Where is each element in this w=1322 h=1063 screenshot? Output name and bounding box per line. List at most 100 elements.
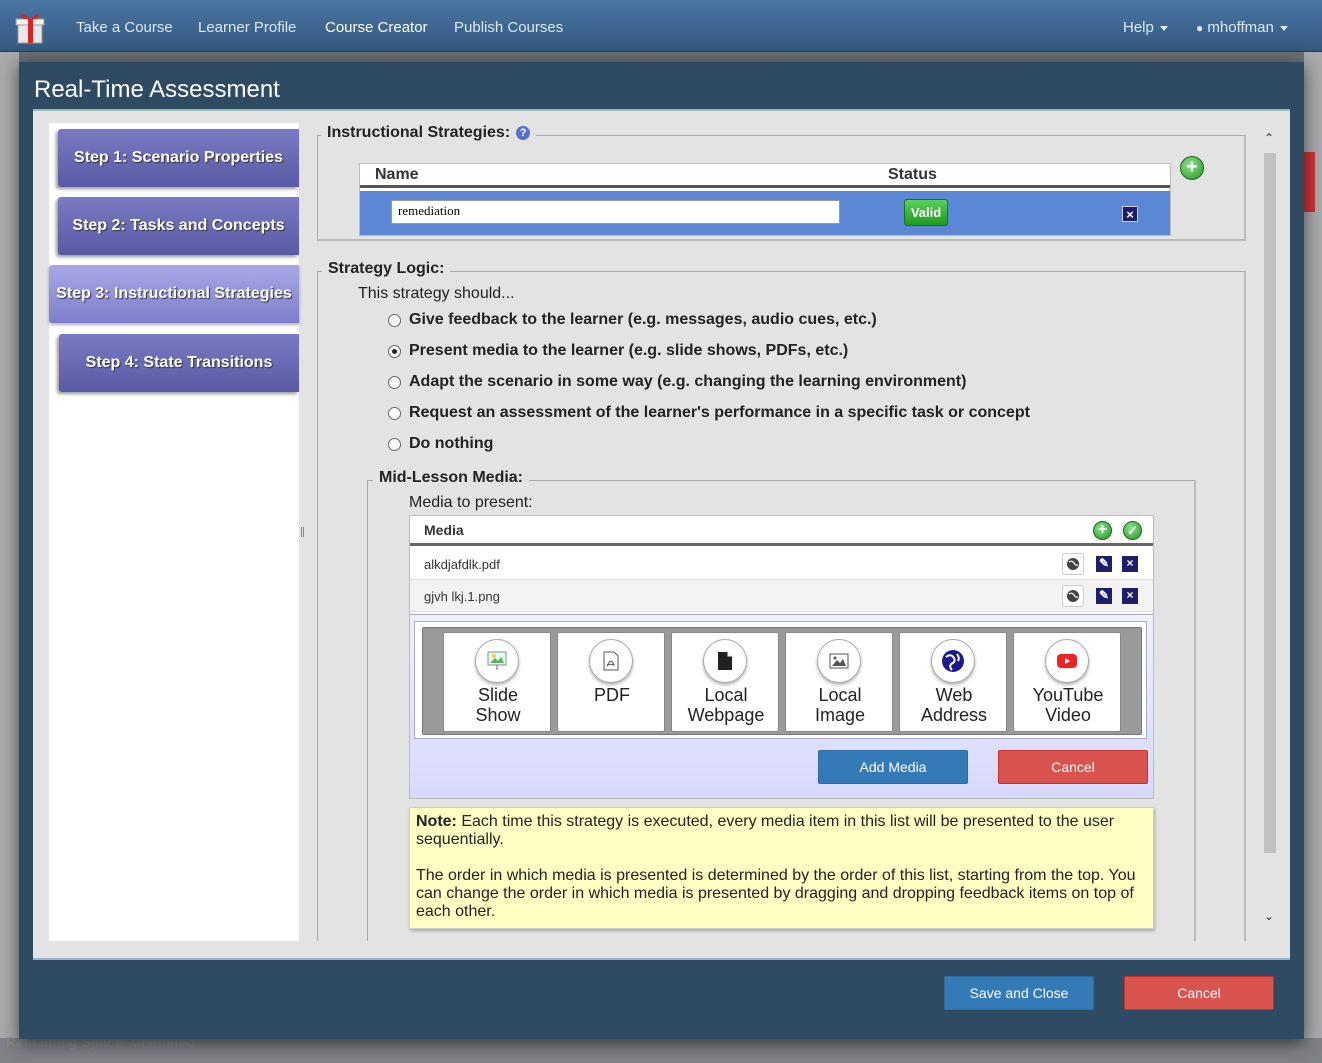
background-alert (1304, 152, 1315, 212)
step-4-state-transitions[interactable]: Step 4: State Transitions (59, 334, 299, 392)
edit-pencil-icon[interactable]: ✎ (1096, 588, 1112, 604)
option-give-feedback[interactable]: Give feedback to the learner (e.g. messa… (388, 311, 877, 329)
label-line-1: Web (935, 685, 973, 705)
media-column-header: Media (424, 522, 464, 538)
add-media-button[interactable]: Add Media (818, 750, 968, 784)
strategies-table: Name Status remediation Valid × (359, 163, 1171, 236)
media-type-label: Slide Show (444, 685, 552, 725)
background-panel (0, 52, 19, 1063)
step-2-tasks-and-concepts[interactable]: Step 2: Tasks and Concepts (58, 197, 299, 255)
media-type-label: Local Webpage (672, 685, 780, 725)
option-request-assessment[interactable]: Request an assessment of the learner's p… (388, 404, 1030, 422)
strategy-name-input[interactable]: remediation (391, 200, 840, 224)
media-type-label: YouTube Video (1014, 685, 1122, 725)
add-media-icon[interactable]: + (1093, 521, 1112, 540)
step-content: Name Status remediation Valid × + Instru… (317, 123, 1257, 941)
local-webpage-icon (703, 639, 747, 683)
globe-icon[interactable] (1062, 585, 1084, 607)
top-navbar: Take a Course Learner Profile Course Cre… (0, 0, 1322, 52)
media-type-label: Local Image (786, 685, 894, 725)
media-type-strip: Slide Show PDF Local Webpage Local Image… (422, 627, 1142, 735)
media-type-local-webpage[interactable]: Local Webpage (671, 632, 779, 732)
option-adapt-scenario[interactable]: Adapt the scenario in some way (e.g. cha… (388, 373, 966, 391)
media-type-youtube-video[interactable]: YouTube Video (1013, 632, 1121, 732)
nav-course-creator[interactable]: Course Creator (325, 19, 428, 36)
media-item-name: alkdjafdlk.pdf (424, 557, 500, 572)
radio-button-selected[interactable] (388, 344, 401, 358)
confirm-check-icon[interactable]: ✓ (1123, 521, 1142, 540)
scrollbar-thumb[interactable] (1264, 153, 1276, 853)
scroll-down-icon[interactable]: ⌄ (1264, 909, 1274, 923)
instructional-strategies-label: Instructional Strategies: (327, 124, 511, 141)
delete-media-icon[interactable]: × (1122, 588, 1138, 604)
media-type-slide-show[interactable]: Slide Show (443, 632, 551, 732)
option-label: Present media to the learner (e.g. slide… (409, 342, 849, 359)
step-3-instructional-strategies[interactable]: Step 3: Instructional Strategies (49, 265, 299, 323)
resize-handle[interactable] (301, 527, 304, 537)
user-name: mhoffman (1207, 19, 1274, 36)
nav-learner-profile[interactable]: Learner Profile (198, 19, 296, 36)
strategy-intro-text: This strategy should... (358, 285, 515, 302)
media-intro-text: Media to present: (409, 494, 533, 511)
dialog-title: Real-Time Assessment (34, 76, 280, 103)
dialog-body: Step 1: Scenario Properties Step 2: Task… (33, 109, 1290, 958)
radio-button[interactable] (388, 406, 401, 420)
label-line-1: Local (704, 685, 748, 705)
media-type-web-address[interactable]: Web Address (899, 632, 1007, 732)
note-box: Note: Each time this strategy is execute… (409, 807, 1154, 929)
content-scrollbar[interactable]: ⌃ ⌄ (1261, 123, 1281, 941)
strategy-logic-legend: Strategy Logic: (322, 260, 451, 278)
chevron-down-icon (1279, 25, 1288, 31)
step-1-scenario-properties[interactable]: Step 1: Scenario Properties (58, 129, 299, 187)
media-type-pdf[interactable]: PDF (557, 632, 665, 732)
label-line-1: YouTube (1032, 685, 1104, 705)
media-type-local-image[interactable]: Local Image (785, 632, 893, 732)
globe-icon (931, 639, 975, 683)
radio-button[interactable] (388, 313, 401, 327)
media-item-row[interactable]: alkdjafdlk.pdf ✎ × (410, 548, 1153, 580)
gift-logo-icon[interactable] (12, 9, 48, 45)
media-item-row[interactable]: gjvh lkj.1.png ✎ × (410, 580, 1153, 612)
footer-divider (33, 958, 1290, 960)
cancel-media-button[interactable]: Cancel (998, 750, 1148, 784)
instructional-strategies-legend: Instructional Strategies:? (321, 124, 537, 142)
media-list: Media + ✓ alkdjafdlk.pdf ✎ × gjvh lkj.1.… (409, 515, 1154, 799)
pdf-icon (589, 639, 633, 683)
radio-button[interactable] (388, 437, 401, 451)
label-line-2: Webpage (687, 705, 765, 725)
option-do-nothing[interactable]: Do nothing (388, 435, 493, 453)
user-menu[interactable]: ● mhoffman (1196, 19, 1288, 36)
add-strategy-icon[interactable]: + (1180, 156, 1204, 180)
note-text-1: Each time this strategy is executed, eve… (416, 813, 1115, 848)
media-type-label: PDF (558, 685, 666, 705)
instructional-strategies-group: Name Status remediation Valid × + (317, 135, 1246, 241)
cancel-button[interactable]: Cancel (1124, 976, 1274, 1010)
label-line-2: Image (814, 705, 866, 725)
local-image-icon (817, 639, 861, 683)
save-and-close-button[interactable]: Save and Close (944, 976, 1094, 1010)
scroll-up-icon[interactable]: ⌃ (1264, 131, 1274, 145)
delete-strategy-icon[interactable]: × (1122, 206, 1138, 222)
strategies-table-header: Name Status (360, 164, 1170, 188)
help-icon[interactable]: ? (516, 126, 531, 140)
option-present-media[interactable]: Present media to the learner (e.g. slide… (388, 342, 848, 360)
option-label: Give feedback to the learner (e.g. messa… (409, 311, 877, 328)
nav-take-a-course[interactable]: Take a Course (76, 19, 173, 36)
nav-publish-courses[interactable]: Publish Courses (454, 19, 563, 36)
edit-pencil-icon[interactable]: ✎ (1096, 556, 1112, 572)
valid-status-button[interactable]: Valid (904, 199, 948, 226)
chevron-down-icon (1159, 25, 1168, 31)
label-line-2: Video (1045, 705, 1091, 725)
radio-button[interactable] (388, 375, 401, 389)
strategy-row[interactable]: remediation Valid × (360, 191, 1170, 235)
column-status-header: Status (888, 166, 937, 183)
help-menu[interactable]: Help (1123, 19, 1168, 36)
media-type-label: Web Address (900, 685, 1008, 725)
option-label: Do nothing (409, 435, 494, 452)
label-line-1: PDF (594, 685, 630, 705)
label-line-1: Slide (477, 685, 519, 705)
delete-media-icon[interactable]: × (1122, 556, 1138, 572)
column-name-header: Name (375, 166, 419, 183)
globe-icon[interactable] (1062, 553, 1084, 575)
option-label: Request an assessment of the learner's p… (409, 404, 1030, 421)
